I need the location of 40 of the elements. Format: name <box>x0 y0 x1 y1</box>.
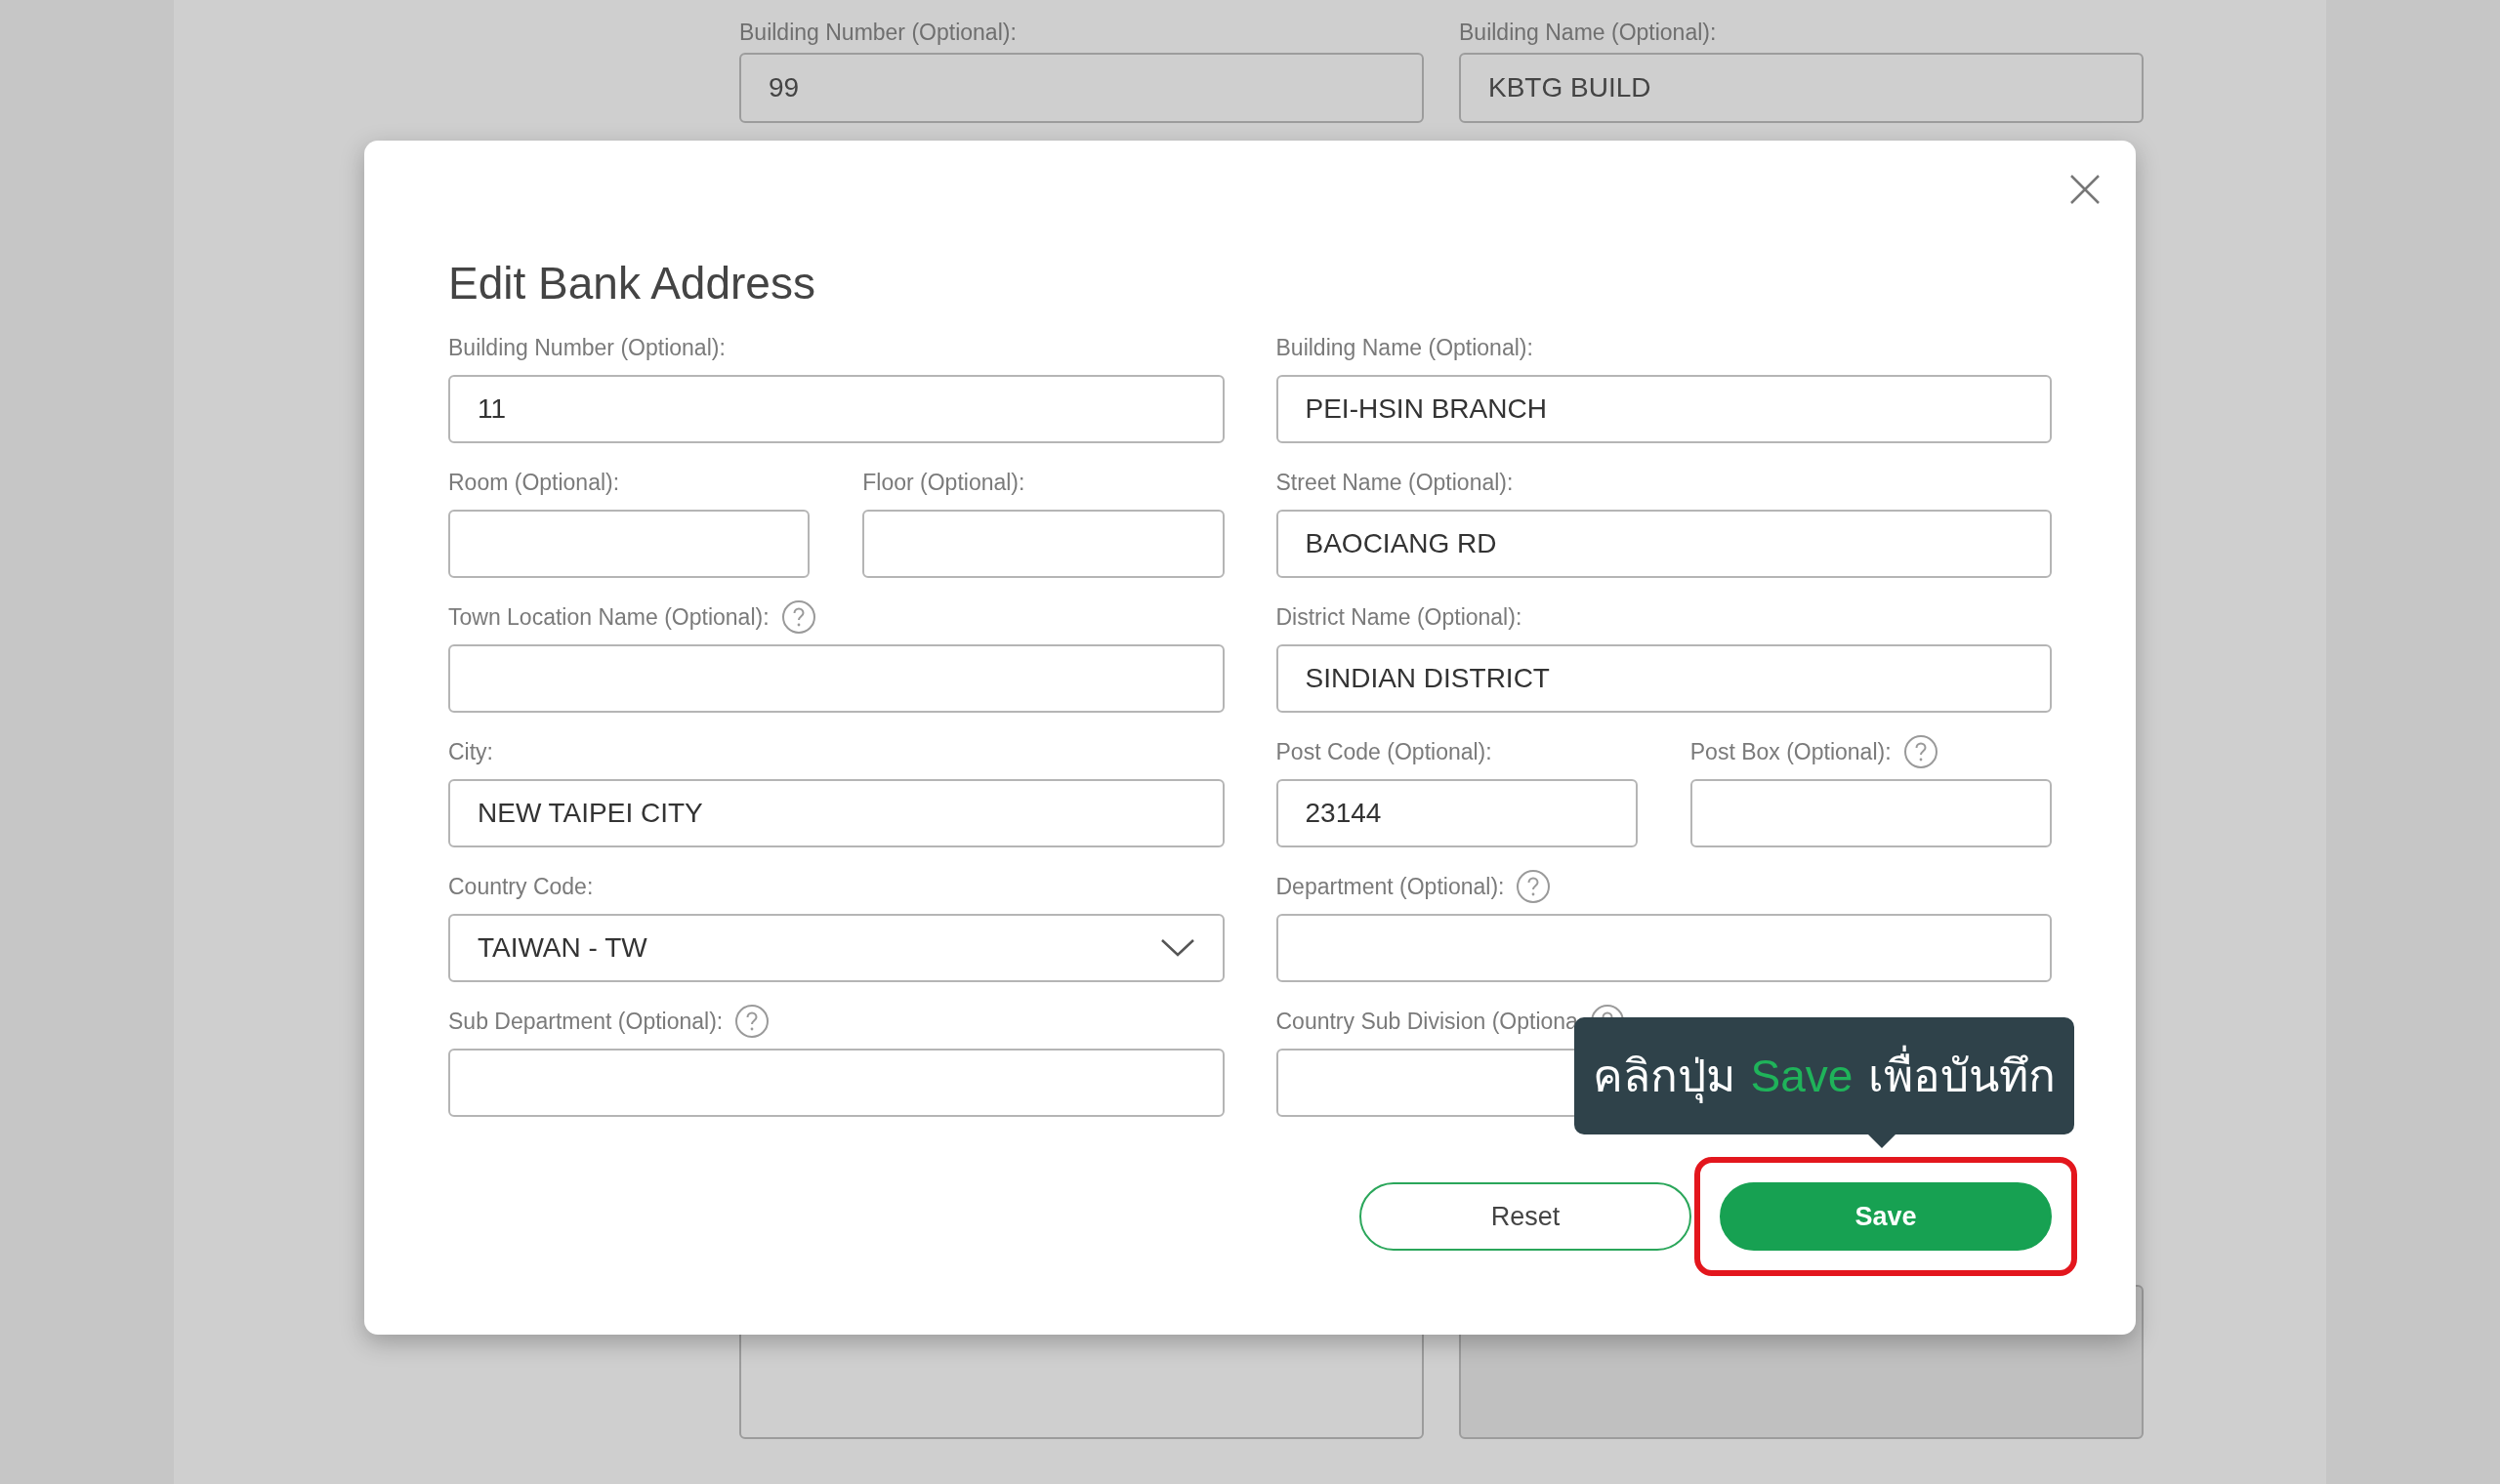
help-icon[interactable] <box>1516 869 1552 904</box>
field-label: Post Box (Optional): <box>1689 737 1892 766</box>
field-label: Street Name (Optional): <box>1275 468 1514 497</box>
help-icon[interactable] <box>1902 734 1938 769</box>
input-field[interactable] <box>862 510 1225 578</box>
field-label: Sub Department (Optional): <box>448 1007 724 1036</box>
help-icon[interactable] <box>734 1004 771 1039</box>
field-label: Floor (Optional): <box>862 468 1025 497</box>
chevron-down-icon <box>1159 938 1195 958</box>
input-field[interactable]: 99 <box>739 53 1424 123</box>
input-field[interactable]: 23144 <box>1275 779 1638 847</box>
input-field[interactable] <box>448 510 811 578</box>
field-label: Post Code (Optional): <box>1275 737 1492 766</box>
input-field[interactable] <box>1275 914 2052 982</box>
field-label: Building Number (Optional): <box>448 333 726 362</box>
help-icon[interactable] <box>780 599 816 635</box>
input-field[interactable] <box>448 644 1225 713</box>
field-label: Town Location Name (Optional): <box>448 602 770 632</box>
input-field[interactable]: BAOCIANG RD <box>1275 510 2052 578</box>
country-select[interactable]: TAIWAN - TW <box>448 914 1225 982</box>
dialog-title: Edit Bank Address <box>448 257 816 310</box>
close-icon <box>2069 174 2101 205</box>
field-label: District Name (Optional): <box>1275 602 1522 632</box>
field-label: Department (Optional): <box>1275 872 1505 901</box>
input-field[interactable]: KBTG BUILD <box>1459 53 2144 123</box>
field-label: Room (Optional): <box>448 468 620 497</box>
field-label: Building Number (Optional): <box>739 19 1018 45</box>
field-label: City: <box>448 737 493 766</box>
input-field[interactable] <box>1689 779 2052 847</box>
input-field[interactable]: PEI-HSIN BRANCH <box>1275 375 2052 443</box>
reset-button[interactable]: Reset <box>1359 1182 1691 1251</box>
input-field[interactable]: 11 <box>448 375 1225 443</box>
input-field[interactable]: NEW TAIPEI CITY <box>448 779 1225 847</box>
tooltip-arrow-icon <box>1868 1134 1896 1148</box>
select-value: TAIWAN - TW <box>478 931 647 965</box>
field-label: Building Name (Optional): <box>1275 333 1533 362</box>
field-label: Building Name (Optional): <box>1459 19 1718 45</box>
field-label: Country Code: <box>448 872 594 901</box>
input-field[interactable]: SINDIAN DISTRICT <box>1275 644 2052 713</box>
input-field[interactable] <box>448 1049 1225 1117</box>
